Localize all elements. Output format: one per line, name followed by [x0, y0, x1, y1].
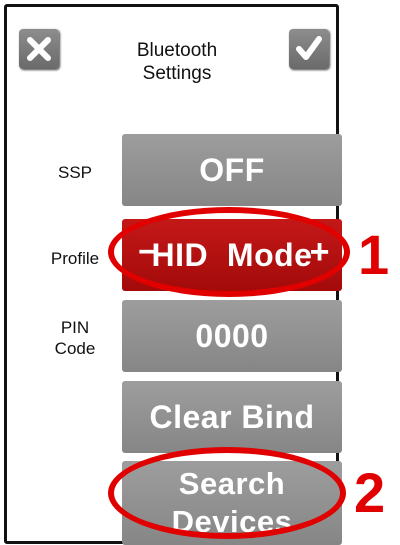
- clear-bind-button[interactable]: Clear Bind: [122, 381, 342, 453]
- ssp-label: SSP: [57, 163, 93, 182]
- ssp-toggle-button[interactable]: OFF: [122, 134, 342, 206]
- profile-label: Profile: [50, 249, 100, 268]
- check-icon: [296, 36, 322, 60]
- callout-number-1: 1: [358, 223, 390, 286]
- pin-code-label: PIN Code: [39, 317, 111, 359]
- callout-ellipse-1: [108, 207, 350, 297]
- pin-label-line-1: PIN: [60, 318, 90, 337]
- title-line-1: Bluetooth: [136, 40, 218, 61]
- pin-label-line-2: Code: [54, 339, 96, 358]
- confirm-button[interactable]: [289, 29, 329, 69]
- pin-code-field[interactable]: 0000: [122, 300, 342, 372]
- cancel-button[interactable]: [19, 29, 59, 69]
- title-line-2: Settings: [142, 63, 212, 84]
- callout-number-2: 2: [354, 461, 386, 524]
- page-title: Bluetooth Settings: [107, 39, 247, 85]
- close-icon: [27, 37, 51, 61]
- callout-ellipse-2: [108, 447, 346, 539]
